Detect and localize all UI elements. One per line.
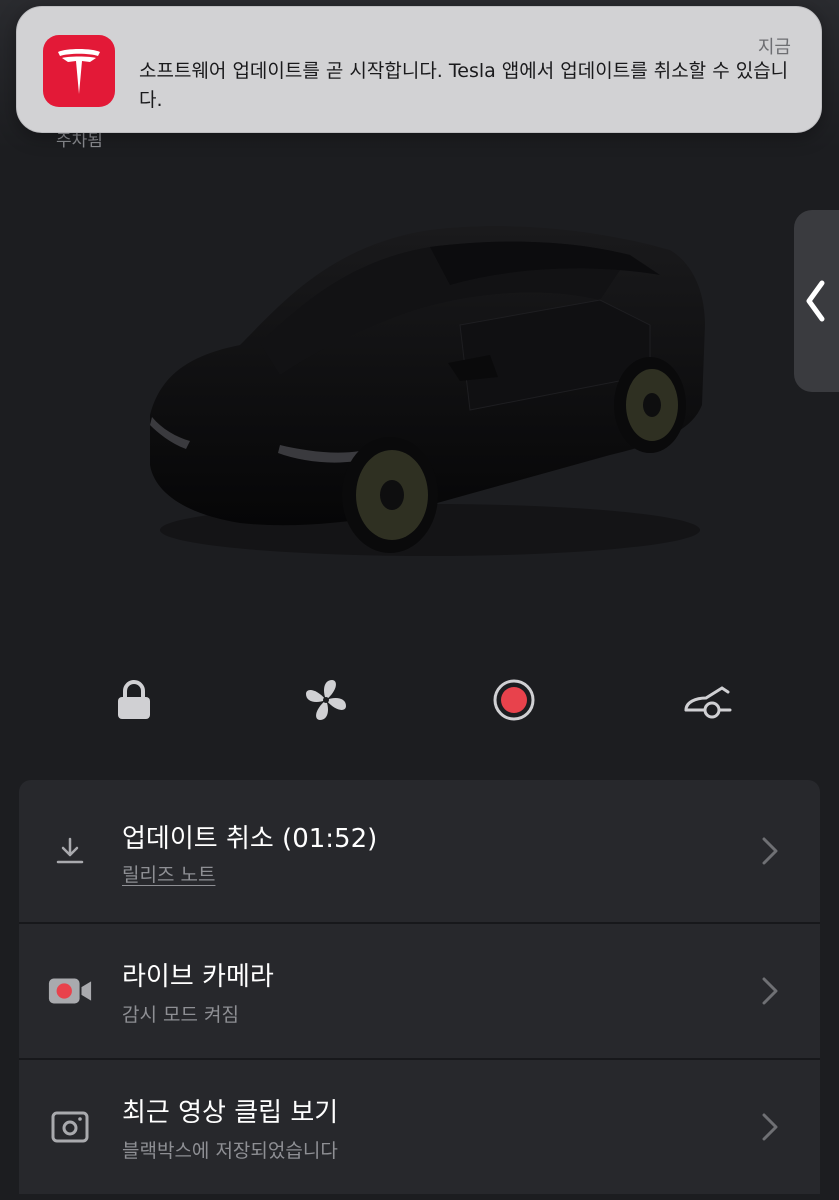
vehicle-image (150, 226, 705, 556)
record-icon (493, 679, 535, 721)
side-panel-handle[interactable] (794, 210, 839, 392)
list-item-recent-clips[interactable]: 최근 영상 클립 보기 블랙박스에 저장되었습니다 (19, 1058, 820, 1194)
notification-banner[interactable]: 지금 소프트웨어 업데이트를 곧 시작합니다. Tesla 앱에서 업데이트를 … (16, 6, 822, 133)
list-item-subtitle: 감시 모드 켜짐 (122, 1004, 239, 1026)
action-list: 업데이트 취소 (01:52) 릴리즈 노트 라이브 카메라 감시 모드 켜짐 (19, 780, 820, 1194)
video-camera-icon (47, 971, 93, 1011)
lock-button[interactable] (102, 668, 166, 732)
chevron-right-icon (762, 977, 778, 1005)
list-item-subtitle: 블랙박스에 저장되었습니다 (122, 1140, 338, 1162)
lock-icon (118, 680, 150, 719)
release-notes-link[interactable]: 릴리즈 노트 (122, 860, 215, 887)
photo-frame-icon (47, 1107, 93, 1147)
chevron-right-icon (762, 837, 778, 865)
fan-icon (306, 680, 346, 720)
frunk-icon (684, 686, 732, 719)
notification-message: 소프트웨어 업데이트를 곧 시작합니다. Tesla 앱에서 업데이트를 취소할… (139, 60, 789, 111)
notification-time: 지금 (757, 37, 791, 58)
list-item-live-camera[interactable]: 라이브 카메라 감시 모드 켜짐 (19, 922, 820, 1058)
download-icon (47, 831, 93, 871)
climate-button[interactable] (294, 668, 358, 732)
list-item-title: 업데이트 취소 (01:52) (122, 824, 378, 854)
tesla-logo-icon (43, 35, 115, 107)
sentry-mode-button[interactable] (482, 668, 546, 732)
list-item-title: 최근 영상 클립 보기 (122, 1098, 339, 1128)
list-item-cancel-update[interactable]: 업데이트 취소 (01:52) 릴리즈 노트 (19, 780, 820, 922)
frunk-button[interactable] (676, 668, 740, 732)
chevron-right-icon (762, 1113, 778, 1141)
list-item-title: 라이브 카메라 (122, 962, 274, 992)
chevron-left-icon (806, 280, 825, 322)
